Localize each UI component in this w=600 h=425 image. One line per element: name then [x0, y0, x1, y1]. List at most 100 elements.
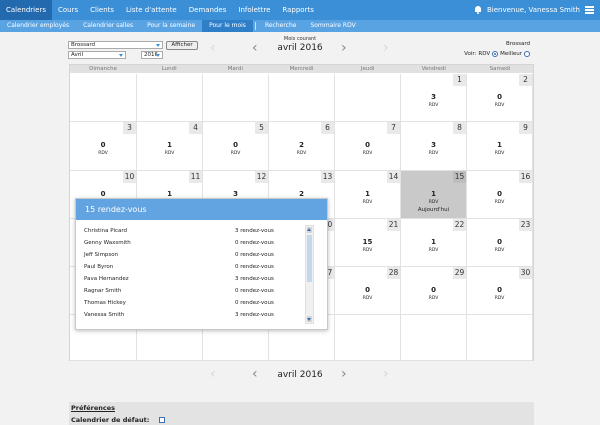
appointment-count[interactable]: 1	[467, 141, 532, 149]
bell-icon[interactable]	[474, 6, 482, 14]
appointment-count[interactable]: 3	[401, 93, 466, 101]
nav-tab-calendriers[interactable]: Calendriers	[0, 0, 52, 20]
nav-tab-demandes[interactable]: Demandes	[183, 0, 233, 20]
day-cell[interactable]: 15 1 RDV Aujourd'hui	[401, 171, 467, 219]
day-number[interactable]: 23	[519, 219, 532, 231]
menu-icon[interactable]	[585, 6, 594, 14]
day-cell[interactable]: 22 1 RDV	[401, 219, 467, 267]
current-month-label[interactable]: Mois courant	[200, 36, 400, 42]
day-cell[interactable]: 9 1 RDV	[467, 122, 533, 171]
welcome-text[interactable]: Bienvenue, Vanessa Smith	[487, 6, 580, 14]
popup-row[interactable]: Christina Picard 3 rendez-vous	[84, 225, 304, 237]
appointment-count[interactable]: 1	[137, 141, 202, 149]
appointment-count[interactable]: 1	[137, 190, 202, 198]
day-number[interactable]: 15	[453, 171, 466, 183]
day-cell[interactable]: 6 2 RDV	[269, 122, 335, 171]
day-number[interactable]: 16	[519, 171, 532, 183]
day-cell[interactable]: 28 0 RDV	[335, 267, 401, 315]
day-cell[interactable]: 29 0 RDV	[401, 267, 467, 315]
appointment-count[interactable]: 1	[401, 238, 466, 246]
scroll-down-icon[interactable]	[307, 316, 312, 322]
employee-select[interactable]: Brossard	[68, 41, 163, 49]
subnav-calendrier-employes[interactable]: Calendrier employés	[0, 20, 76, 32]
appointment-count[interactable]: 15	[335, 238, 400, 246]
day-cell[interactable]: 23 0 RDV	[467, 219, 533, 267]
subnav-pour-le-mois[interactable]: Pour le mois	[202, 20, 253, 32]
day-number[interactable]: 29	[453, 267, 466, 279]
appointment-count[interactable]: 1	[401, 190, 466, 198]
next-month-arrow-icon[interactable]: ›	[341, 41, 347, 55]
day-cell[interactable]: 14 1 RDV	[335, 171, 401, 219]
appointment-count[interactable]: 0	[335, 141, 400, 149]
day-number[interactable]: 3	[123, 122, 136, 134]
popup-row[interactable]: Pava Hernandez 3 rendez-vous	[84, 273, 304, 285]
subnav-pour-la-semaine[interactable]: Pour la semaine	[140, 20, 202, 32]
nav-tab-cours[interactable]: Cours	[52, 0, 84, 20]
appointment-count[interactable]: 2	[269, 190, 334, 198]
nav-tab-rapports[interactable]: Rapports	[276, 0, 319, 20]
appointment-count[interactable]: 0	[467, 190, 532, 198]
day-number[interactable]: 6	[321, 122, 334, 134]
rdv-radio[interactable]	[492, 51, 499, 57]
appointment-count[interactable]: 2	[269, 141, 334, 149]
popup-scrollbar[interactable]	[305, 225, 314, 324]
default-calendar-checkbox[interactable]	[159, 417, 165, 423]
year-select[interactable]: 2016	[141, 51, 163, 59]
day-number[interactable]: 9	[519, 122, 532, 134]
appointment-count[interactable]: 0	[203, 141, 268, 149]
popup-row[interactable]: Ragnar Smith 0 rendez-vous	[84, 285, 304, 297]
day-cell[interactable]: 1 3 RDV	[401, 74, 467, 122]
day-cell[interactable]: 3 0 RDV	[70, 122, 137, 171]
subnav-calendrier-salles[interactable]: Calendrier salles	[76, 20, 140, 32]
day-cell[interactable]: 21 15 RDV	[335, 219, 401, 267]
scroll-thumb[interactable]	[307, 235, 312, 282]
next-year-arrow-icon[interactable]: ›	[383, 41, 389, 55]
day-number[interactable]: 22	[453, 219, 466, 231]
day-cell[interactable]: 16 0 RDV	[467, 171, 533, 219]
nav-tab-liste-attente[interactable]: Liste d'attente	[120, 0, 183, 20]
nav-tab-clients[interactable]: Clients	[84, 0, 120, 20]
day-cell[interactable]: 8 3 RDV	[401, 122, 467, 171]
day-cell[interactable]: 7 0 RDV	[335, 122, 401, 171]
subnav-sommaire-rdv[interactable]: Sommaire RDV	[303, 20, 362, 32]
day-number[interactable]: 14	[387, 171, 400, 183]
day-cell[interactable]: 5 0 RDV	[203, 122, 269, 171]
day-number[interactable]: 12	[255, 171, 268, 183]
day-number[interactable]: 7	[387, 122, 400, 134]
appointment-count[interactable]: 0	[467, 238, 532, 246]
show-button[interactable]: Afficher	[166, 41, 198, 50]
appointment-count[interactable]: 0	[467, 93, 532, 101]
appointment-count[interactable]: 0	[335, 286, 400, 294]
day-cell[interactable]: 30 0 RDV	[467, 267, 533, 315]
appointment-count[interactable]: 0	[467, 286, 532, 294]
appointment-count[interactable]: 0	[70, 190, 136, 198]
day-number[interactable]: 11	[189, 171, 202, 183]
appointment-count[interactable]: 3	[401, 141, 466, 149]
appointment-count[interactable]: 0	[401, 286, 466, 294]
day-number[interactable]: 10	[123, 171, 136, 183]
day-cell[interactable]: 4 1 RDV	[137, 122, 203, 171]
subnav-recherche[interactable]: Recherche	[258, 20, 304, 32]
better-radio[interactable]	[524, 51, 530, 57]
bottom-next-year-arrow-icon[interactable]: ›	[383, 367, 389, 381]
day-number[interactable]: 13	[321, 171, 334, 183]
scroll-up-icon[interactable]	[307, 227, 312, 233]
day-number[interactable]: 5	[255, 122, 268, 134]
prev-month-arrow-icon[interactable]: ‹	[252, 41, 258, 55]
day-cell[interactable]: 2 0 RDV	[467, 74, 533, 122]
appointment-count[interactable]: 0	[70, 141, 136, 149]
prev-year-arrow-icon[interactable]: ‹	[210, 41, 216, 55]
popup-row[interactable]: Paul Byron 0 rendez-vous	[84, 261, 304, 273]
popup-row[interactable]: Vanessa Smith 3 rendez-vous	[84, 309, 304, 321]
day-number[interactable]: 1	[453, 74, 466, 86]
day-number[interactable]: 8	[453, 122, 466, 134]
day-number[interactable]: 30	[519, 267, 532, 279]
bottom-next-month-arrow-icon[interactable]: ›	[341, 367, 347, 381]
day-number[interactable]: 2	[519, 74, 532, 86]
popup-row[interactable]: Thomas Hickey 0 rendez-vous	[84, 297, 304, 309]
popup-row[interactable]: Genny Waxsmith 0 rendez-vous	[84, 237, 304, 249]
nav-tab-infolettre[interactable]: Infolettre	[232, 0, 276, 20]
appointment-count[interactable]: 1	[335, 190, 400, 198]
day-number[interactable]: 4	[189, 122, 202, 134]
popup-row[interactable]: Jeff Simpson 0 rendez-vous	[84, 249, 304, 261]
